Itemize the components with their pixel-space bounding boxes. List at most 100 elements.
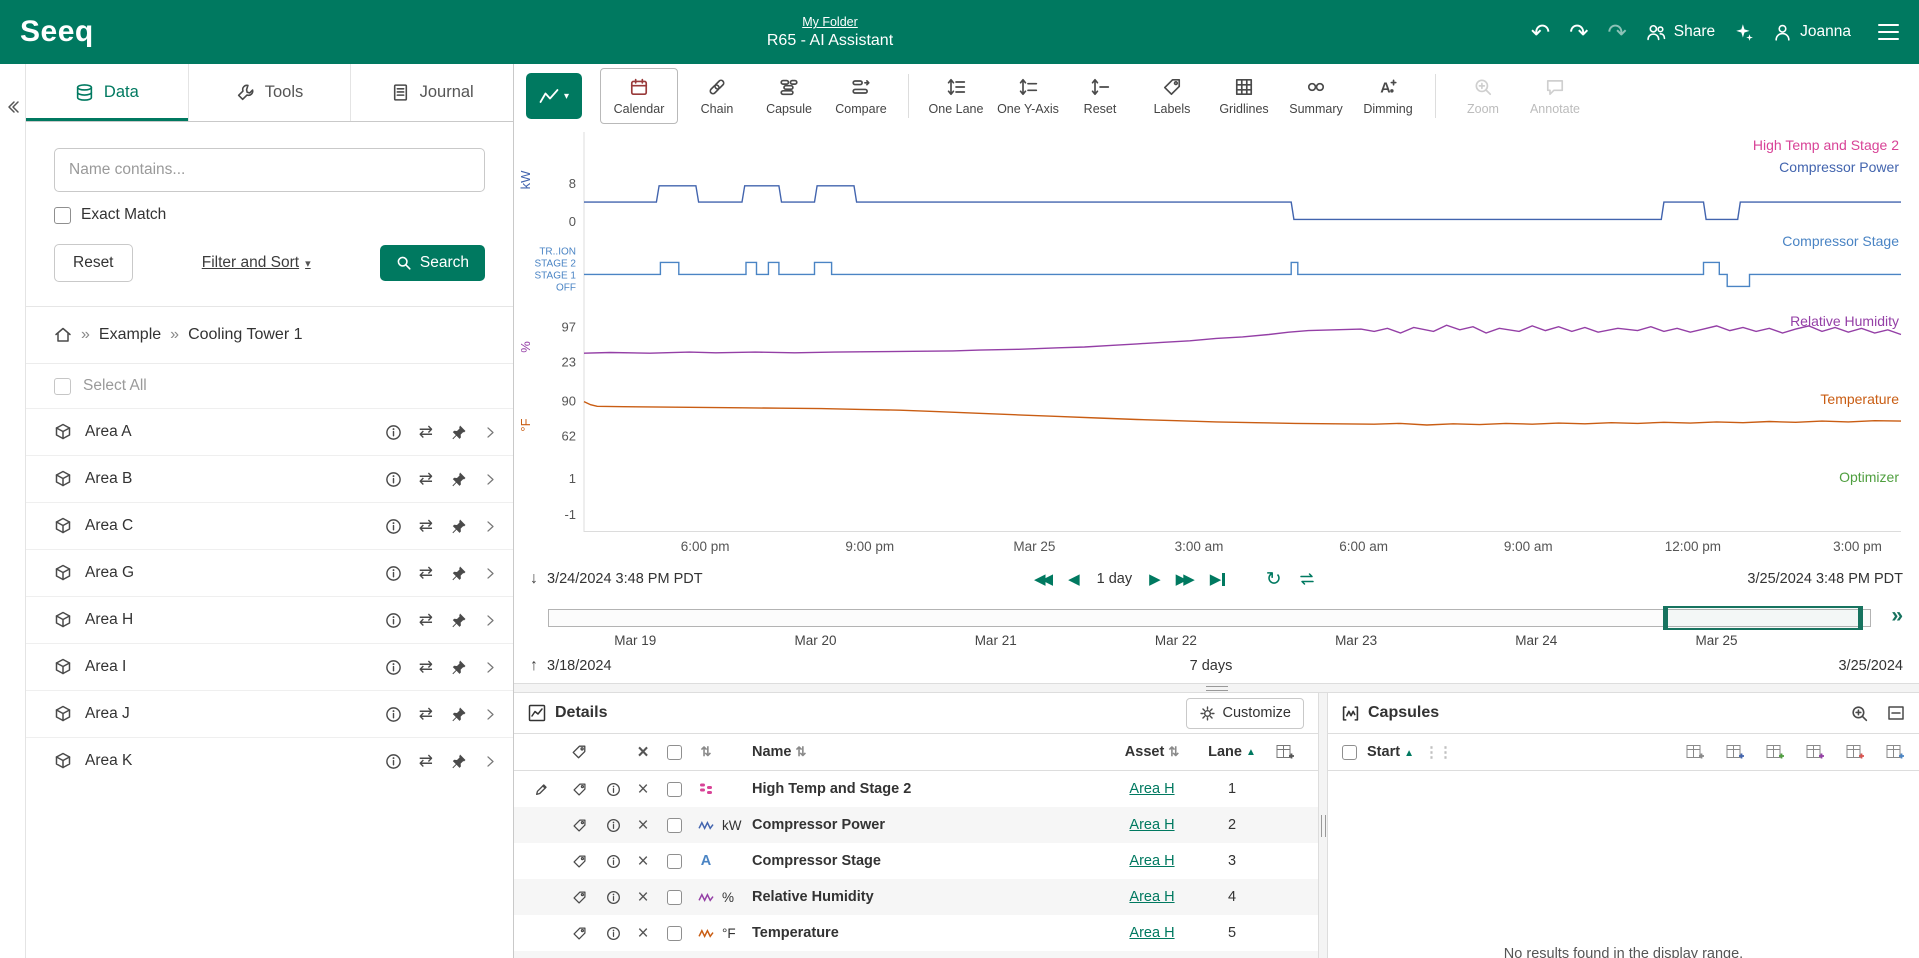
details-select-all-checkbox[interactable] [667,745,682,760]
info-icon[interactable] [385,518,402,535]
user-menu[interactable]: Joanna [1773,23,1851,42]
info-icon[interactable] [598,782,628,797]
row-checkbox[interactable] [667,926,682,941]
item-name[interactable]: High Temp and Stage 2 [752,781,1102,797]
pin-icon[interactable] [450,612,467,629]
item-name[interactable]: Compressor Stage [752,853,1102,869]
chevron-right-icon[interactable] [484,660,497,675]
swap-icon[interactable]: ⇄ [419,469,433,489]
redo-icon[interactable]: ↷ [1569,21,1588,44]
tool-compare[interactable]: Compare [828,68,894,124]
info-icon[interactable] [385,706,402,723]
info-icon[interactable] [598,818,628,833]
name-contains-input[interactable] [54,148,485,192]
ai-assistant-icon[interactable] [1734,22,1754,42]
tool-labels[interactable]: Labels [1139,68,1205,124]
tool-reset[interactable]: Reset [1067,68,1133,124]
edit-icon[interactable] [524,781,560,797]
horizontal-splitter[interactable] [514,683,1919,693]
view-selector-button[interactable]: ▾ [526,73,582,119]
my-folder-link[interactable]: My Folder [802,15,858,29]
capsule-table-icon-green[interactable] [1766,744,1785,761]
details-row-high-temp[interactable]: × High Temp and Stage 2 Area H 1 [514,771,1318,807]
chevron-right-icon[interactable] [484,613,497,628]
info-icon[interactable] [385,612,402,629]
info-icon[interactable] [598,926,628,941]
chevron-right-icon[interactable] [484,566,497,581]
capsule-table-icon-red[interactable] [1846,744,1865,761]
exact-match-checkbox[interactable] [54,207,71,224]
details-row-temperature[interactable]: × °F Temperature Area H 5 [514,915,1318,951]
pin-icon[interactable] [450,471,467,488]
step-forward-half-icon[interactable]: ▶▶ [1176,572,1195,587]
home-icon[interactable] [54,326,72,344]
customize-button[interactable]: Customize [1186,698,1305,729]
tool-one-lane[interactable]: One Lane [923,68,989,124]
tool-calendar[interactable]: Calendar [600,68,678,124]
tool-chain[interactable]: Chain [684,68,750,124]
tab-tools[interactable]: Tools [189,64,352,121]
swap-icon[interactable]: ⇄ [419,563,433,583]
capsule-table-icon-lightblue[interactable] [1886,744,1905,761]
info-icon[interactable] [385,424,402,441]
scrubber-selection[interactable] [1663,606,1864,630]
tab-data[interactable]: Data [26,64,189,121]
tab-journal[interactable]: Journal [351,64,513,121]
share-button[interactable]: Share [1646,23,1715,41]
item-tag-icon[interactable] [560,854,598,869]
item-name[interactable]: Temperature [752,925,1102,941]
pin-icon[interactable] [450,753,467,770]
pin-icon[interactable] [450,659,467,676]
remove-all-icon[interactable]: × [628,743,658,762]
trend-chart[interactable]: 80kWHigh Temp and Stage 2Compressor Powe… [514,132,1919,535]
chevron-right-icon[interactable] [484,425,497,440]
vertical-splitter[interactable] [1318,693,1328,958]
step-back-icon[interactable]: ◀ [1068,572,1080,587]
investigate-range-start[interactable]: 3/18/2024 [547,658,612,674]
asset-row-area-k[interactable]: Area K ⇄ [26,737,513,784]
remove-icon[interactable]: × [628,924,658,943]
asset-row-area-j[interactable]: Area J ⇄ [26,690,513,737]
step-forward-icon[interactable]: ▶ [1149,572,1161,587]
capsule-table-icon-purple[interactable] [1806,744,1825,761]
collapse-sidebar-icon[interactable] [6,100,20,958]
info-icon[interactable] [598,890,628,905]
swap-icon[interactable]: ⇄ [419,704,433,724]
item-name[interactable]: Compressor Power [752,817,1102,833]
info-icon[interactable] [385,565,402,582]
select-all-checkbox[interactable] [54,378,71,395]
info-icon[interactable] [385,471,402,488]
step-back-half-icon[interactable]: ◀◀ [1034,572,1053,587]
asset-row-area-a[interactable]: Area A ⇄ [26,408,513,455]
tool-gridlines[interactable]: Gridlines [1211,68,1277,124]
row-checkbox[interactable] [667,818,682,833]
swap-icon[interactable]: ⇄ [419,610,433,630]
info-icon[interactable] [385,753,402,770]
row-checkbox[interactable] [667,782,682,797]
swap-icon[interactable]: ⇄ [419,516,433,536]
chevron-right-icon[interactable] [484,707,497,722]
item-name[interactable]: Relative Humidity [752,889,1102,905]
investigate-duration[interactable]: 7 days [1190,658,1233,674]
asset-row-area-b[interactable]: Area B ⇄ [26,455,513,502]
details-row-compressor-stage[interactable]: × A Compressor Stage Area H 3 [514,843,1318,879]
start-column-header[interactable]: Start ▲ [1367,744,1414,760]
tool-one-y-axis[interactable]: One Y-Axis [995,68,1061,124]
details-row-partial[interactable]: × [514,951,1318,958]
search-button[interactable]: Search [380,245,485,281]
display-range-start[interactable]: 3/24/2024 3:48 PM PDT [547,571,703,587]
asset-row-area-i[interactable]: Area I ⇄ [26,643,513,690]
step-to-now-icon[interactable]: ▶ [1210,572,1225,587]
swap-icon[interactable]: ⇄ [419,657,433,677]
seeq-logo[interactable]: Seeq [20,15,94,49]
asset-link[interactable]: Area H [1129,853,1174,869]
undo-icon[interactable]: ↶ [1531,21,1550,44]
asset-row-area-h[interactable]: Area H ⇄ [26,596,513,643]
info-icon[interactable] [385,659,402,676]
name-column-header[interactable]: Name ⇅ [752,744,1102,760]
breadcrumb-example[interactable]: Example [99,326,161,344]
breadcrumb-cooling-tower[interactable]: Cooling Tower 1 [188,326,302,344]
scrubber-track[interactable] [548,609,1871,627]
drag-handle-icon[interactable]: ⋮⋮ [1424,743,1452,761]
remove-icon[interactable]: × [628,816,658,835]
